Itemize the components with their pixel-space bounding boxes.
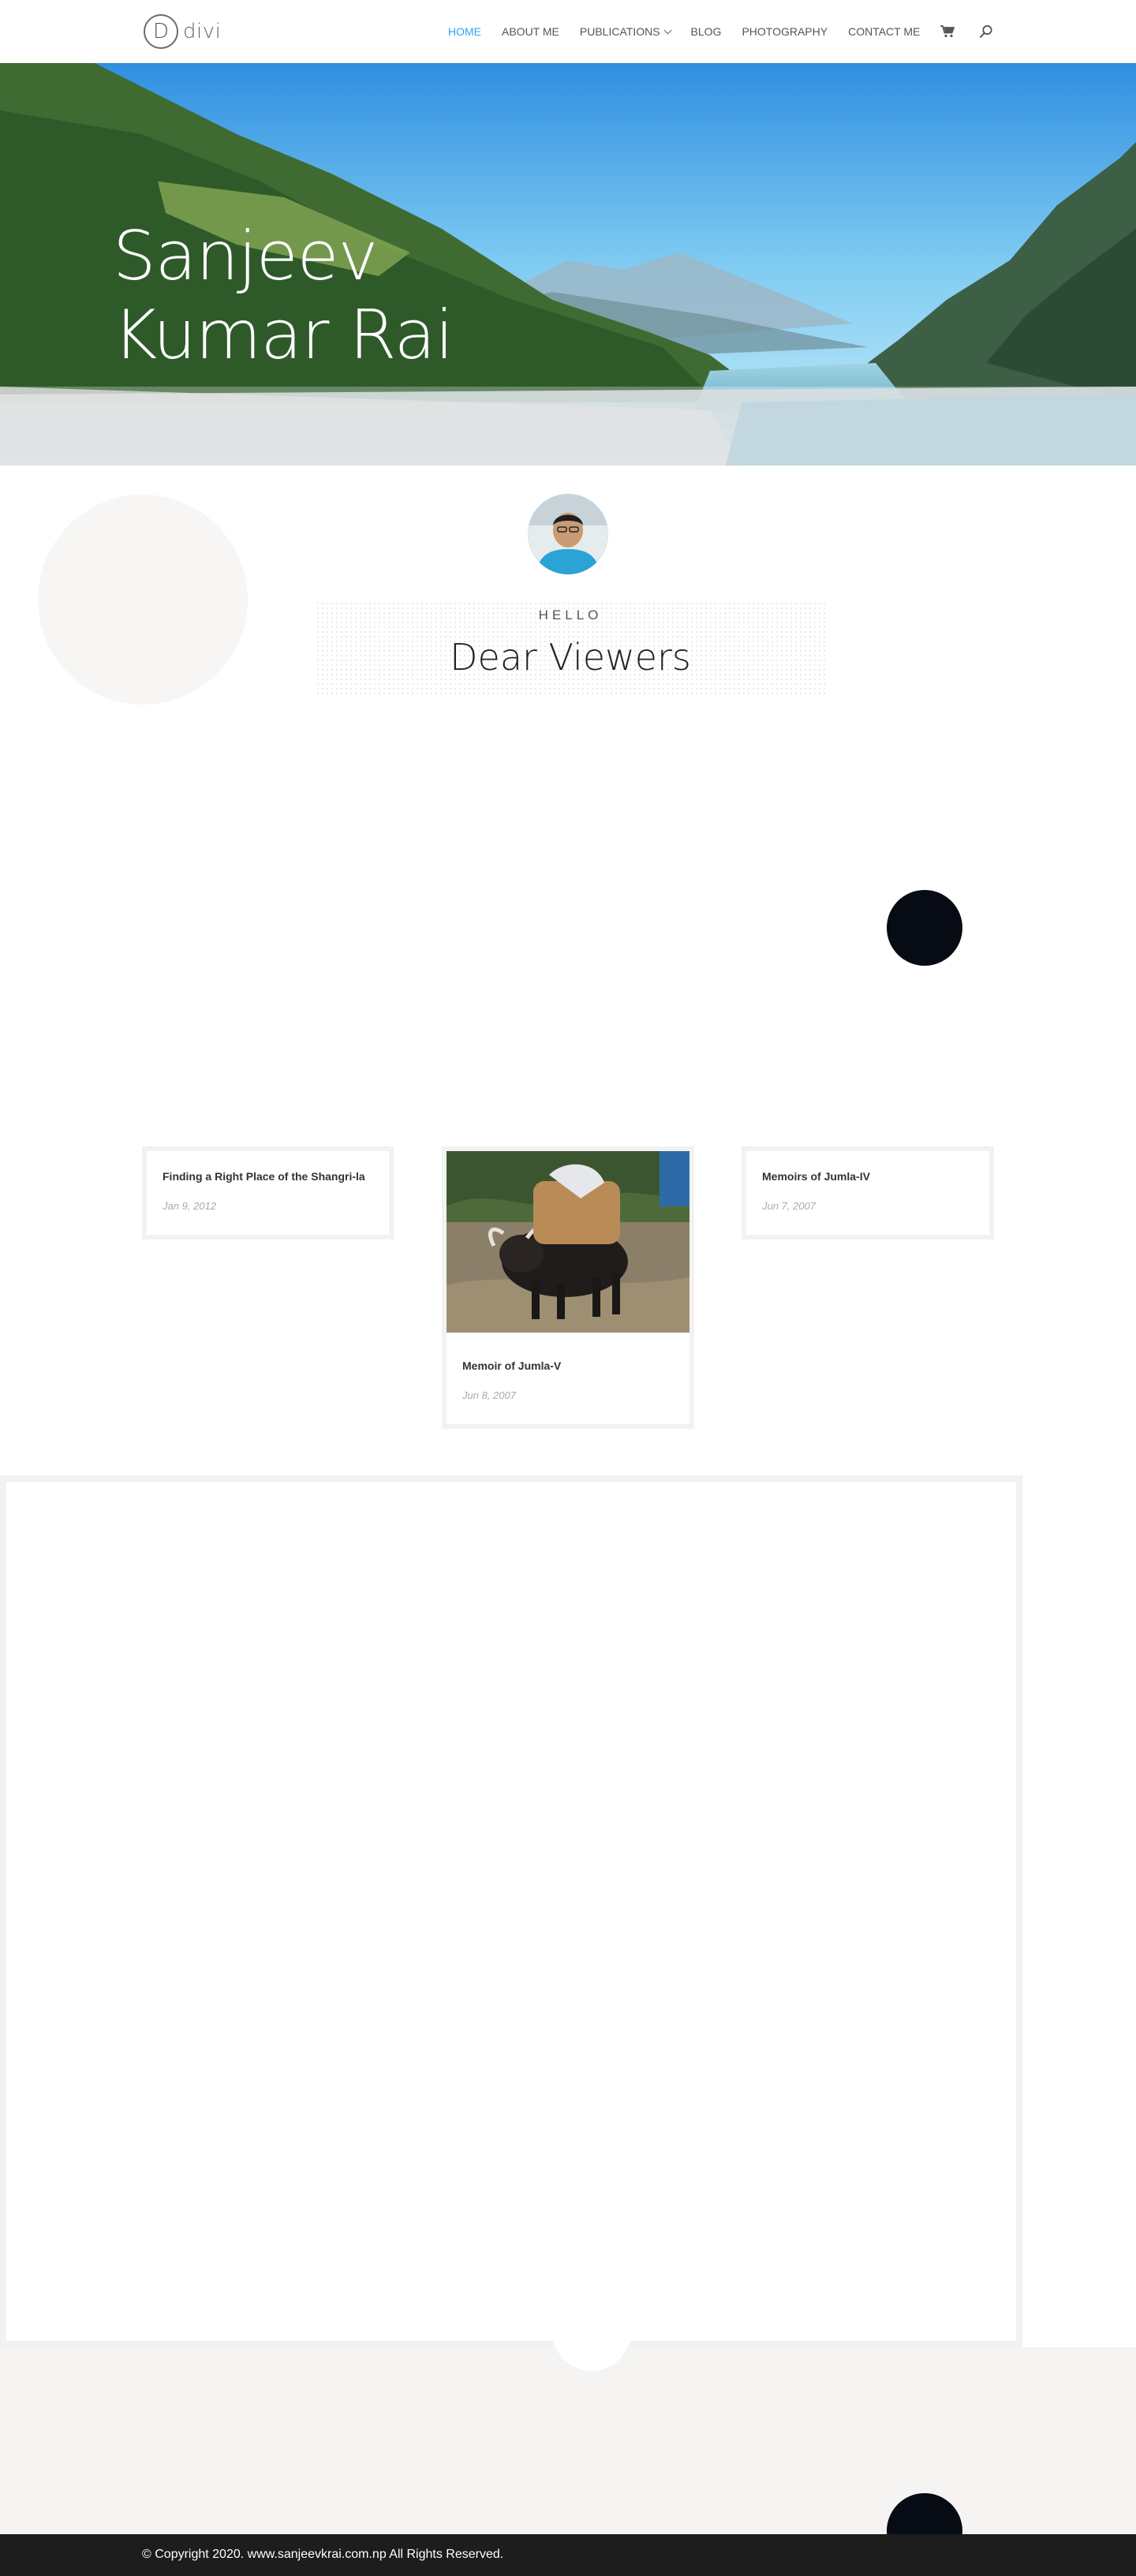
post-title[interactable]: Memoirs of Jumla-IV [762,1170,870,1183]
nav-label: PHOTOGRAPHY [742,25,828,38]
footer-band [0,2347,1136,2537]
search-icon[interactable] [978,24,994,39]
profile-photo [528,494,608,574]
hello-eyebrow: HELLO [538,608,603,623]
nav-label: ABOUT ME [502,25,559,38]
nav-item-photography[interactable]: PHOTOGRAPHY [742,25,828,38]
nav-item-blog[interactable]: BLOG [691,25,722,38]
hero-title-line-2: Kumar Rai [113,296,454,375]
post-image[interactable] [447,1151,689,1333]
intro-heading: Dear Viewers [450,636,691,679]
hero-title-line-1: Sanjeev [113,217,378,296]
decorative-dark-circle [887,890,962,966]
yak-photo [447,1151,689,1333]
post-title[interactable]: Memoir of Jumla-V [462,1359,561,1372]
nav-label: PUBLICATIONS [579,25,660,38]
nav-label: HOME [448,25,481,38]
post-date: Jun 7, 2007 [762,1200,816,1212]
blog-post-card[interactable]: Memoir of Jumla-V Jun 8, 2007 [442,1146,694,1429]
site-header: D divi HOME ABOUT ME PUBLICATIONS BLOG P… [0,0,1136,63]
cart-icon[interactable] [940,25,955,38]
post-title[interactable]: Finding a Right Place of the Shangri-la [163,1170,365,1183]
nav-label: CONTACT ME [848,25,921,38]
nav-item-about-me[interactable]: ABOUT ME [502,25,559,38]
nav-item-home[interactable]: HOME [448,25,481,38]
content-section [0,1475,1022,2347]
hello-section: HELLO Dear Viewers [316,601,825,696]
site-footer: © Copyright 2020. www.sanjeevkrai.com.np… [0,2534,1136,2576]
chevron-down-icon [663,26,671,34]
hero-title: Sanjeev Kumar Rai [113,217,454,375]
logo-mark: D [144,14,178,49]
blog-post-card[interactable]: Memoirs of Jumla-IV Jun 7, 2007 [742,1146,994,1239]
post-date: Jan 9, 2012 [163,1200,216,1212]
nav-item-publications[interactable]: PUBLICATIONS [580,25,671,38]
logo[interactable]: D divi [144,14,221,49]
logo-text: divi [183,20,222,43]
decorative-circle [38,495,248,705]
hero-banner: Sanjeev Kumar Rai [0,63,1136,465]
nav-label: BLOG [690,25,722,38]
main-nav: HOME ABOUT ME PUBLICATIONS BLOG PHOTOGRA… [448,0,994,63]
nav-item-contact-me[interactable]: CONTACT ME [848,25,920,38]
post-date: Jun 8, 2007 [462,1389,516,1401]
avatar [528,494,608,574]
blog-post-card[interactable]: Finding a Right Place of the Shangri-la … [142,1146,394,1239]
copyright-text: © Copyright 2020. www.sanjeevkrai.com.np… [142,2548,504,2561]
